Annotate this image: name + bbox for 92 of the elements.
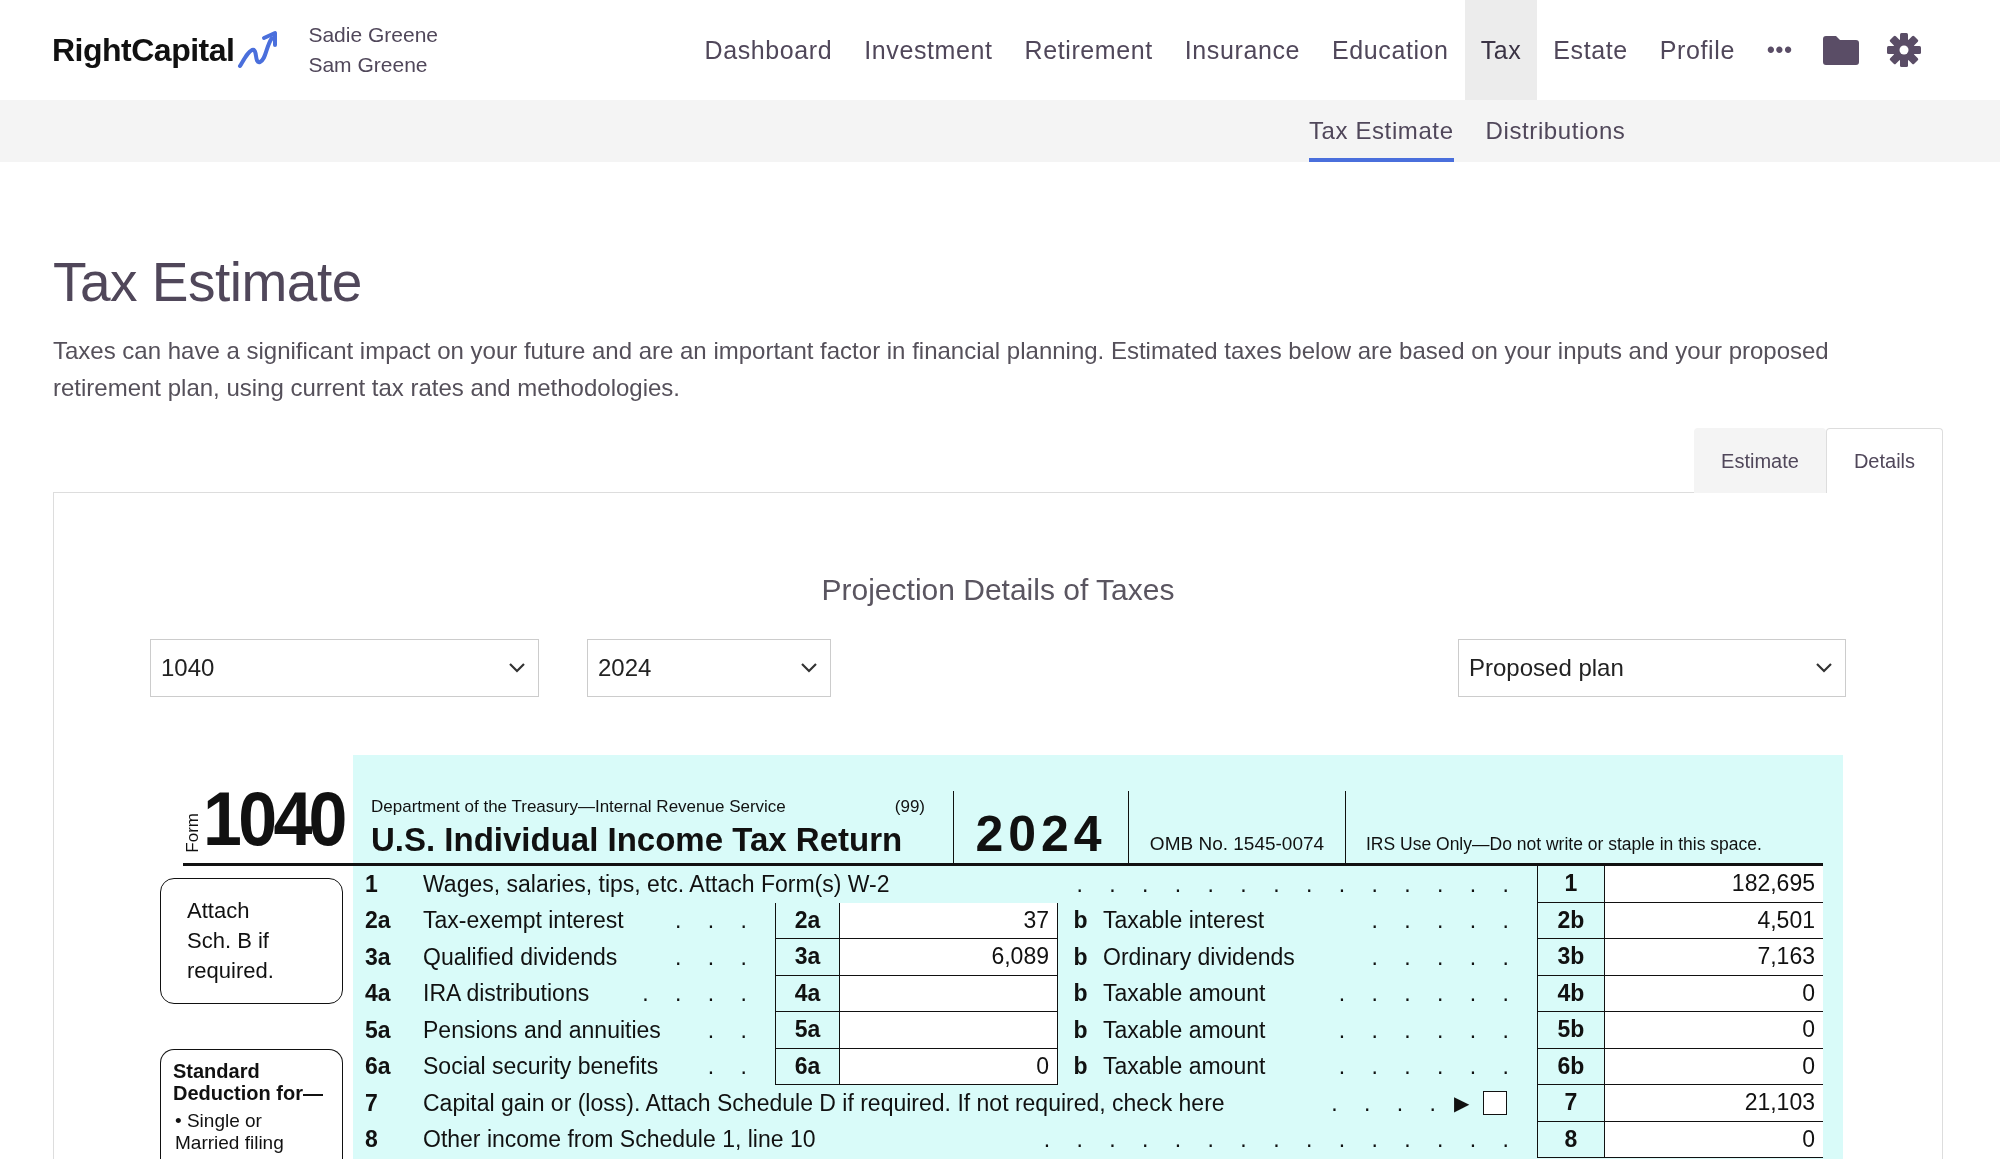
dot-leader: . . bbox=[707, 1053, 747, 1081]
view-tab[interactable]: Details bbox=[1826, 428, 1943, 493]
page-title: Tax Estimate bbox=[53, 250, 363, 314]
dot-leader: . . . . . . bbox=[1338, 1053, 1509, 1081]
line-letter: b bbox=[1072, 1015, 1089, 1045]
amount-field[interactable] bbox=[840, 975, 1058, 1012]
checkbox[interactable] bbox=[1483, 1091, 1507, 1116]
more-menu[interactable]: ••• bbox=[1750, 0, 1809, 100]
logo[interactable]: RightCapital bbox=[52, 31, 235, 69]
line-number: 2a bbox=[364, 906, 392, 936]
line-number: 1 bbox=[364, 869, 379, 899]
dot-leader: . . . . . bbox=[1371, 943, 1509, 971]
line-number: 4a bbox=[364, 979, 392, 1009]
amount-field[interactable]: 0 bbox=[1605, 1121, 1823, 1158]
line-label: Taxable amount bbox=[1103, 1053, 1266, 1081]
amount-field[interactable]: 0 bbox=[1605, 1048, 1823, 1085]
line-number: 8 bbox=[364, 1125, 379, 1155]
folder-icon[interactable] bbox=[1823, 35, 1859, 65]
omb-number: OMB No. 1545-0074 bbox=[1148, 833, 1326, 855]
amount-field[interactable]: 0 bbox=[840, 1048, 1058, 1085]
line-letter: b bbox=[1072, 906, 1089, 936]
line-label: Pensions and annuities bbox=[423, 1016, 661, 1044]
note-text: Attach Sch. B if required. bbox=[187, 897, 275, 985]
line-label: IRA distributions bbox=[423, 980, 590, 1008]
line-number: 7 bbox=[364, 1088, 379, 1118]
select-dropdown[interactable]: 2024 bbox=[587, 639, 831, 697]
amount-field[interactable] bbox=[840, 1012, 1058, 1049]
chevron-down-icon bbox=[508, 662, 526, 674]
select-dropdown[interactable]: Proposed plan bbox=[1458, 639, 1846, 697]
line-label: Taxable interest bbox=[1103, 907, 1265, 935]
line-letter: b bbox=[1072, 979, 1089, 1009]
panel-heading: Projection Details of Taxes bbox=[820, 573, 1176, 607]
amount-field[interactable]: 21,103 bbox=[1605, 1085, 1823, 1122]
nav-tab[interactable]: Retirement bbox=[1008, 0, 1169, 100]
callout-heading: Standard Deduction for— bbox=[173, 1059, 324, 1104]
dot-leader: . . bbox=[707, 1016, 747, 1044]
nav-tab[interactable]: Profile bbox=[1643, 0, 1751, 100]
sub-tab[interactable]: Tax Estimate bbox=[1309, 100, 1454, 162]
line-label: Taxable amount bbox=[1103, 1016, 1266, 1044]
client-name: Sam Greene bbox=[308, 53, 429, 77]
amount-field[interactable]: 37 bbox=[840, 902, 1058, 939]
dot-leader: . . . . . bbox=[1371, 907, 1509, 935]
agency-name: Department of the Treasury—Internal Revenue Service bbox=[371, 797, 786, 817]
amount-field[interactable]: 182,695 bbox=[1605, 866, 1823, 903]
nav-tab[interactable]: Dashboard bbox=[688, 0, 849, 100]
form-number: 1040 bbox=[203, 781, 344, 857]
view-tab[interactable]: Estimate bbox=[1694, 428, 1826, 493]
chevron-down-icon bbox=[800, 662, 818, 674]
line-label: Qualified dividends bbox=[423, 943, 618, 971]
line-label: Capital gain or (loss). Attach Schedule D if required. If not required, check here bbox=[423, 1089, 1225, 1117]
amount-field[interactable]: 0 bbox=[1605, 975, 1823, 1012]
dot-leader: . . . . bbox=[642, 980, 747, 1008]
line-number: 6a bbox=[364, 1052, 392, 1082]
chevron-down-icon bbox=[1815, 662, 1833, 674]
line-label: Ordinary dividends bbox=[1103, 943, 1295, 971]
dot-leader: . . . . bbox=[1331, 1089, 1436, 1117]
amount-field[interactable]: 7,163 bbox=[1605, 939, 1823, 976]
form-label: Form bbox=[183, 813, 203, 853]
dot-leader: . . . . . . . . . . . . . . bbox=[1076, 870, 1509, 898]
sub-tab[interactable]: Distributions bbox=[1485, 100, 1626, 162]
amount-field[interactable]: 0 bbox=[1605, 1012, 1823, 1049]
form-year: 2024 bbox=[974, 805, 1108, 863]
nav-tab[interactable]: Insurance bbox=[1168, 0, 1316, 100]
dot-leader: . . . bbox=[675, 943, 747, 971]
line-label: Taxable amount bbox=[1103, 980, 1266, 1008]
nav-tab[interactable]: Estate bbox=[1537, 0, 1644, 100]
line-label: Tax-exempt interest bbox=[423, 907, 624, 935]
nav-tab[interactable]: Education bbox=[1316, 0, 1465, 100]
arrow-marker: ▶ bbox=[1454, 1091, 1469, 1116]
dot-leader: . . . . . . . . . . . . . . . bbox=[1043, 1126, 1509, 1154]
line-label: Other income from Schedule 1, line 10 bbox=[423, 1126, 816, 1154]
form-code: (99) bbox=[894, 797, 925, 817]
nav-tab[interactable]: Investment bbox=[848, 0, 1009, 100]
amount-field[interactable]: 6,089 bbox=[840, 939, 1058, 976]
line-letter: b bbox=[1072, 1052, 1089, 1082]
amount-field[interactable]: 4,501 bbox=[1605, 902, 1823, 939]
line-number: 5a bbox=[364, 1015, 392, 1045]
client-name: Sadie Greene bbox=[308, 23, 439, 47]
form-title: U.S. Individual Income Tax Return bbox=[371, 821, 904, 859]
irs-use-note: IRS Use Only—Do not write or staple in this space. bbox=[1365, 834, 1763, 855]
select-dropdown[interactable]: 1040 bbox=[150, 639, 539, 697]
settings-icon[interactable] bbox=[1887, 33, 1921, 67]
dot-leader: . . . bbox=[675, 907, 747, 935]
callout-item: • Single or Married filing bbox=[174, 1109, 285, 1154]
dot-leader: . . . . . . bbox=[1338, 980, 1509, 1008]
nav-tab[interactable]: Tax bbox=[1464, 0, 1538, 100]
line-label: Wages, salaries, tips, etc. Attach Form(s) W-2 bbox=[423, 870, 890, 898]
page-description: Taxes can have a significant impact on your future and are an important factor in financial planning. Estimated taxes below are based on your inputs and your proposed retirement plan, using current tax rates and methodologies. bbox=[53, 336, 1830, 403]
line-letter: b bbox=[1072, 942, 1089, 972]
dot-leader: . . . . . . bbox=[1338, 1016, 1509, 1044]
line-number: 3a bbox=[364, 942, 392, 972]
line-label: Social security benefits bbox=[423, 1053, 659, 1081]
